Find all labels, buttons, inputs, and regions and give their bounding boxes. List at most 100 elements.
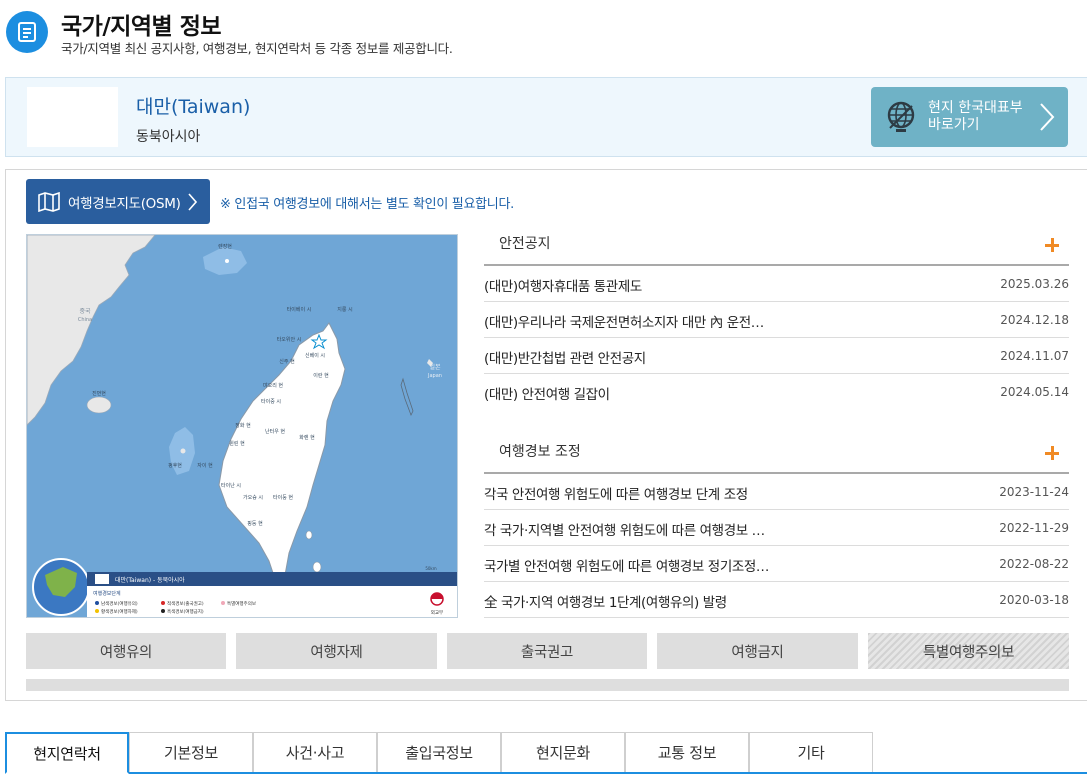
ministry-label: 외교부	[431, 609, 443, 616]
map-scale-label: 50km	[425, 566, 436, 571]
legend-item-2: 적색경보(출국권고)	[167, 600, 204, 607]
legend-dot-black	[161, 609, 165, 613]
safety-notice-header: 안전공지	[484, 232, 1069, 266]
alert-date: 2022-11-29	[999, 521, 1069, 535]
alert-title[interactable]: 각 국가·지역별 안전여행 위험도에 따른 여행경보 …	[484, 519, 765, 539]
list-item[interactable]: (대만)우리나라 국제운전면허소지자 대만 內 운전… 2024.12.18	[484, 302, 1069, 338]
level-caution: 여행유의	[26, 633, 226, 669]
tab-local-contacts[interactable]: 현지연락처	[5, 732, 129, 774]
chevron-right-icon	[1040, 103, 1055, 131]
legend-dot-yellow	[95, 609, 99, 613]
alert-level-bar: 여행유의 여행자제 출국권고 여행금지 특별여행주의보	[26, 633, 1069, 669]
map-label-lienchiang: 롄장현	[218, 243, 232, 250]
map-label-japan: 일본	[429, 363, 441, 371]
map-caption-flag	[95, 574, 109, 584]
map-label-japan-en: Japan	[427, 373, 442, 379]
list-item[interactable]: 각 국가·지역별 안전여행 위험도에 따른 여행경보 … 2022-11-29	[484, 510, 1069, 546]
level-restraint: 여행자제	[236, 633, 437, 669]
alert-date: 2020-03-18	[999, 593, 1069, 607]
map-label-kinmen: 진먼현	[92, 390, 106, 397]
map-label-tainan: 타이난 시	[221, 482, 241, 489]
map-label-taipei: 타이베이 시	[287, 306, 312, 313]
legend-title: 여행경보단계	[93, 590, 121, 597]
list-item[interactable]: 각국 안전여행 위험도에 따른 여행경보 단계 조정 2023-11-24	[484, 474, 1069, 510]
notice-date: 2024.12.18	[1000, 313, 1069, 327]
list-item[interactable]: (대만)여행자휴대품 통관제도 2025.03.26	[484, 266, 1069, 302]
map-label-keelung: 지룽 시	[337, 306, 352, 313]
info-tabs: 현지연락처 기본정보 사건·사고 출입국정보 현지문화 교통 정보 기타	[5, 732, 1087, 774]
notice-title[interactable]: (대만)우리나라 국제운전면허소지자 대만 內 운전…	[484, 311, 764, 331]
safety-notice-title: 안전공지	[499, 236, 551, 252]
alert-title[interactable]: 각국 안전여행 위험도에 따른 여행경보 단계 조정	[484, 483, 748, 503]
map-label-penghu: 펑후현	[168, 462, 182, 469]
list-item[interactable]: (대만) 안전여행 길잡이 2024.05.14	[484, 374, 1069, 410]
map-label-china-en: China	[78, 317, 92, 323]
tab-other[interactable]: 기타	[749, 732, 873, 772]
legend-item-3: 특별여행주의보	[227, 600, 256, 607]
document-list-icon	[6, 11, 48, 53]
map-label-hualien: 화롄 현	[299, 434, 315, 441]
travel-alert-map[interactable]: 롄장현 중국 China 일본 Japan 진먼현 타이베이 시 지룽 시 타오…	[26, 234, 458, 618]
map-label-nantou: 난터우 현	[265, 428, 285, 435]
notice-date: 2025.03.26	[1000, 277, 1069, 291]
alert-adjust-list: 여행경보 조정 각국 안전여행 위험도에 따른 여행경보 단계 조정 2023-…	[484, 440, 1069, 618]
map-label-kaohsiung: 가오슝 시	[243, 494, 263, 501]
country-name: 대만(Taiwan)	[136, 96, 251, 118]
legend-item-1: 남색경보(여행유의)	[101, 600, 138, 607]
plus-icon[interactable]	[1045, 446, 1059, 460]
map-label-taitung: 타이둥 현	[273, 494, 293, 501]
map-label-miaoli: 먀오리 현	[263, 382, 283, 389]
tab-local-culture[interactable]: 현지문화	[501, 732, 625, 772]
notice-title[interactable]: (대만)반간첩법 관련 안전공지	[484, 347, 646, 367]
legend-dot-red	[161, 601, 165, 605]
page-title: 국가/지역별 정보	[61, 14, 222, 40]
list-item[interactable]: 全 국가·지역 여행경보 1단계(여행유의) 발령 2020-03-18	[484, 582, 1069, 618]
kinmen-island	[86, 396, 112, 414]
plus-icon[interactable]	[1045, 238, 1059, 252]
orchid-island	[312, 561, 322, 573]
level-indicator-strip	[26, 679, 1069, 691]
embassy-link-button[interactable]: 현지 한국대표부 바로가기	[871, 87, 1068, 147]
map-label-yilan: 이란 현	[313, 372, 329, 379]
green-island	[305, 530, 313, 540]
legend-item-5: 흑색경보(여행금지)	[167, 608, 204, 615]
lienchiang-island	[225, 259, 229, 263]
map-label-taoyuan: 타오위안 시	[277, 336, 302, 343]
globe-icon	[887, 101, 915, 132]
alert-title[interactable]: 국가별 안전여행 위험도에 따른 여행경보 정기조정…	[484, 555, 769, 575]
alert-title[interactable]: 全 국가·지역 여행경보 1단계(여행유의) 발령	[484, 591, 727, 611]
list-item[interactable]: 국가별 안전여행 위험도에 따른 여행경보 정기조정… 2022-08-22	[484, 546, 1069, 582]
tab-incidents[interactable]: 사건·사고	[253, 732, 377, 772]
map-label-china: 중국	[79, 308, 91, 315]
map-label-chiayi: 자이 현	[197, 462, 213, 469]
legend-dot-pink	[221, 601, 225, 605]
map-legend-box	[87, 586, 457, 617]
tab-basic-info[interactable]: 기본정보	[129, 732, 253, 772]
page-header: 국가/지역별 정보 국가/지역별 최신 공지사항, 여행경보, 현지연락처 등 …	[0, 0, 1087, 62]
country-region: 동북아시아	[136, 129, 201, 145]
tab-transport[interactable]: 교통 정보	[625, 732, 749, 772]
osm-map-button[interactable]: 여행경보지도(OSM)	[26, 179, 210, 224]
penghu-island	[180, 448, 186, 454]
travel-alert-panel: 여행경보지도(OSM) ※ 인접국 여행경보에 대해서는 별도 확인이 필요합니…	[5, 169, 1087, 701]
level-departure-advised: 출국권고	[447, 633, 647, 669]
level-travel-ban: 여행금지	[657, 633, 858, 669]
legend-dot-blue	[95, 601, 99, 605]
adjacent-country-note: ※ 인접국 여행경보에 대해서는 별도 확인이 필요합니다.	[220, 197, 514, 212]
alert-date: 2022-08-22	[999, 557, 1069, 571]
notice-date: 2024.11.07	[1000, 349, 1069, 363]
map-caption: 대만(Taiwan) - 동북아시아	[115, 576, 185, 584]
list-item[interactable]: (대만)반간첩법 관련 안전공지 2024.11.07	[484, 338, 1069, 374]
country-summary: 대만(Taiwan) 동북아시아 현지 한국대표부 바로가기	[5, 77, 1087, 157]
tab-immigration[interactable]: 출입국정보	[377, 732, 501, 772]
notice-title[interactable]: (대만) 안전여행 길잡이	[484, 383, 610, 403]
map-label-yunlin: 윈린 현	[229, 440, 245, 447]
country-flag	[27, 87, 118, 147]
page-subtitle: 국가/지역별 최신 공지사항, 여행경보, 현지연락처 등 각종 정보를 제공합…	[61, 41, 453, 56]
map-label-hsinchu: 신주 현	[279, 358, 295, 365]
level-special-advisory: 특별여행주의보	[868, 633, 1069, 669]
alert-adjust-title: 여행경보 조정	[499, 444, 581, 460]
notice-title[interactable]: (대만)여행자휴대품 통관제도	[484, 275, 642, 295]
map-label-newtaipei: 신베이 시	[305, 352, 325, 359]
alert-date: 2023-11-24	[999, 485, 1069, 499]
